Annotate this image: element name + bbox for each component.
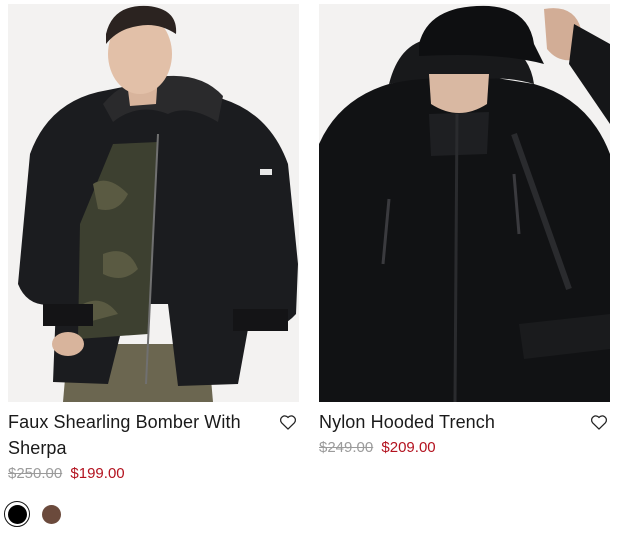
sale-price: $209.00 <box>381 439 436 456</box>
product-image[interactable] <box>319 4 610 402</box>
price-group: $250.00 $199.00 <box>8 464 269 484</box>
price-group: $249.00 $209.00 <box>319 438 580 458</box>
color-swatches <box>4 501 64 527</box>
product-name-link[interactable]: Nylon Hooded Trench <box>319 409 580 435</box>
original-price: $249.00 <box>319 439 374 456</box>
original-price: $250.00 <box>8 465 63 482</box>
product-card: Faux Shearling Bomber With Sherpa $250.0… <box>8 4 299 484</box>
swatch-black[interactable] <box>4 501 30 527</box>
heart-outline-icon[interactable] <box>278 412 298 432</box>
product-card: Nylon Hooded Trench $249.00 $209.00 <box>319 4 610 458</box>
swatch-color-dot <box>41 504 61 524</box>
product-name-link[interactable]: Faux Shearling Bomber With Sherpa <box>8 409 269 461</box>
product-info: Faux Shearling Bomber With Sherpa $250.0… <box>8 409 299 484</box>
swatch-color-dot <box>7 504 27 524</box>
swatch-brown[interactable] <box>38 501 64 527</box>
product-grid: Faux Shearling Bomber With Sherpa $250.0… <box>0 0 619 537</box>
heart-outline-icon[interactable] <box>589 412 609 432</box>
sale-price: $199.00 <box>70 465 125 482</box>
product-image[interactable] <box>8 4 299 402</box>
product-info: Nylon Hooded Trench $249.00 $209.00 <box>319 409 610 458</box>
